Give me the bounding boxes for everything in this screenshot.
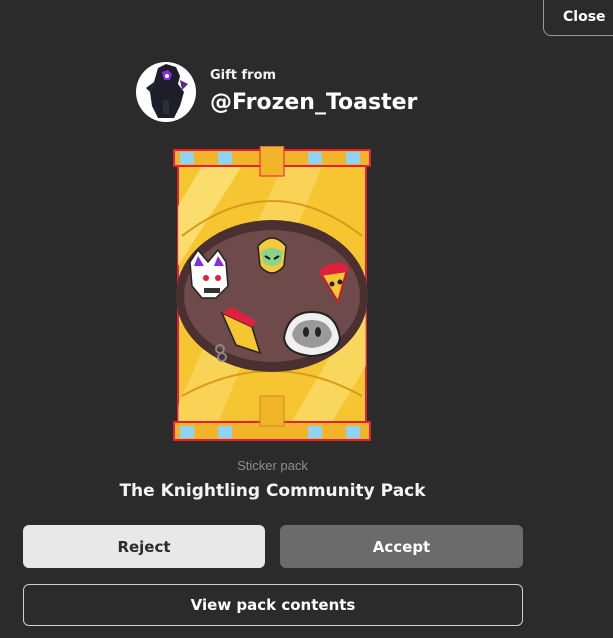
view-pack-contents-button[interactable]: View pack contents: [23, 584, 523, 626]
accept-button[interactable]: Accept: [280, 525, 523, 568]
gift-from-label: Gift from: [210, 68, 277, 83]
gift-sender: Gift from @Frozen_Toaster: [136, 62, 417, 122]
reject-button[interactable]: Reject: [23, 525, 265, 568]
close-button[interactable]: Close: [543, 0, 613, 36]
sender-avatar[interactable]: [136, 62, 196, 122]
sticker-pack-image: [172, 145, 372, 444]
sender-name[interactable]: @Frozen_Toaster: [210, 88, 417, 118]
pack-type-label: Sticker pack: [237, 458, 308, 473]
pack-name: The Knightling Community Pack: [119, 481, 426, 501]
